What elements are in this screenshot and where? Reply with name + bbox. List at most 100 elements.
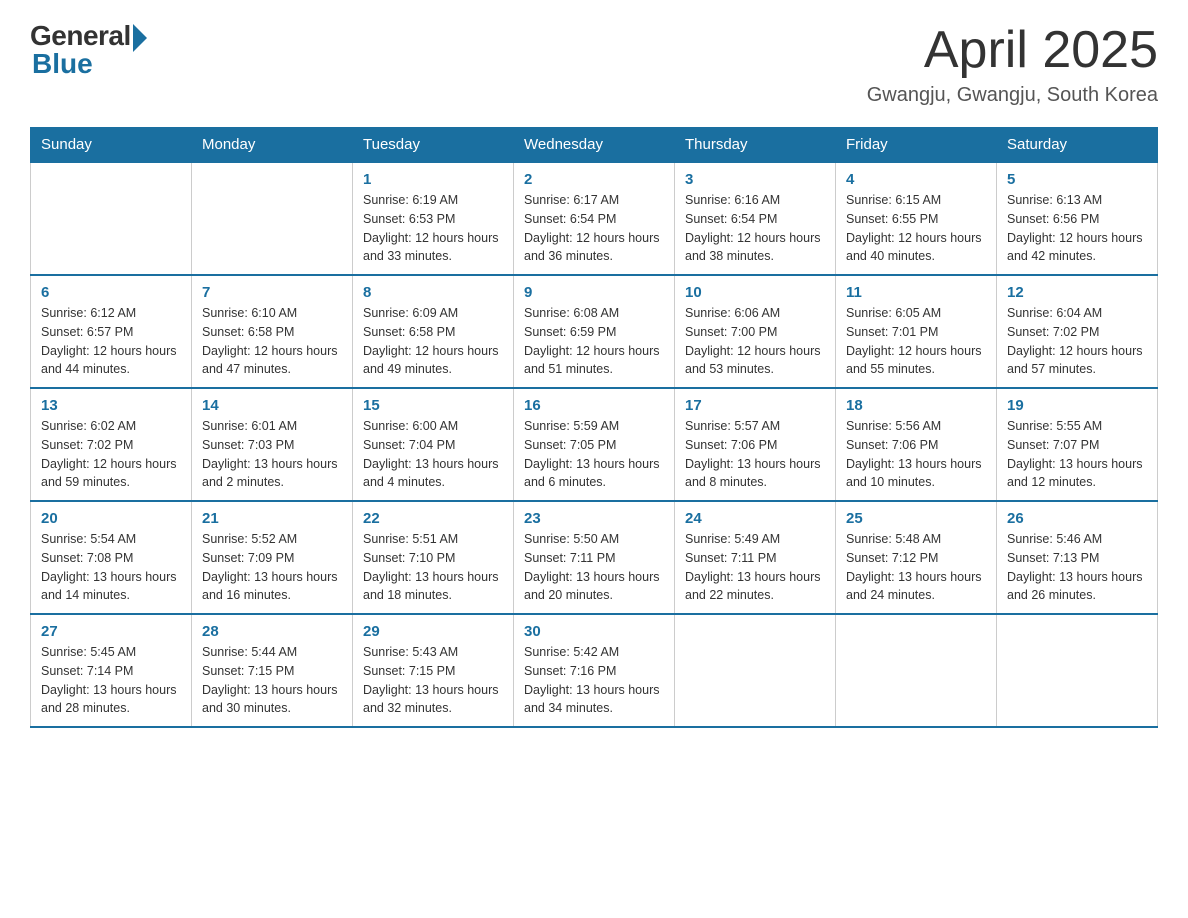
day-info: Sunrise: 6:16 AMSunset: 6:54 PMDaylight:… — [685, 191, 825, 266]
day-number: 18 — [846, 397, 986, 414]
day-info: Sunrise: 5:43 AMSunset: 7:15 PMDaylight:… — [363, 643, 503, 718]
day-number: 27 — [41, 623, 181, 640]
calendar-subtitle: Gwangju, Gwangju, South Korea — [867, 84, 1158, 107]
calendar-cell: 20 Sunrise: 5:54 AMSunset: 7:08 PMDayligh… — [31, 501, 192, 614]
day-of-week-header: Wednesday — [514, 128, 675, 163]
calendar-cell: 22 Sunrise: 5:51 AMSunset: 7:10 PMDayligh… — [353, 501, 514, 614]
day-info: Sunrise: 6:15 AMSunset: 6:55 PMDaylight:… — [846, 191, 986, 266]
day-info: Sunrise: 5:42 AMSunset: 7:16 PMDaylight:… — [524, 643, 664, 718]
day-info: Sunrise: 5:57 AMSunset: 7:06 PMDaylight:… — [685, 417, 825, 492]
day-number: 15 — [363, 397, 503, 414]
calendar-cell: 29 Sunrise: 5:43 AMSunset: 7:15 PMDayligh… — [353, 614, 514, 727]
calendar-cell — [31, 162, 192, 275]
day-info: Sunrise: 6:06 AMSunset: 7:00 PMDaylight:… — [685, 304, 825, 379]
day-info: Sunrise: 5:59 AMSunset: 7:05 PMDaylight:… — [524, 417, 664, 492]
calendar-cell: 18 Sunrise: 5:56 AMSunset: 7:06 PMDayligh… — [836, 388, 997, 501]
calendar-cell: 5 Sunrise: 6:13 AMSunset: 6:56 PMDaylight… — [997, 162, 1158, 275]
calendar-cell — [675, 614, 836, 727]
day-info: Sunrise: 5:48 AMSunset: 7:12 PMDaylight:… — [846, 530, 986, 605]
day-number: 12 — [1007, 284, 1147, 301]
day-of-week-header: Thursday — [675, 128, 836, 163]
calendar-cell: 24 Sunrise: 5:49 AMSunset: 7:11 PMDayligh… — [675, 501, 836, 614]
day-info: Sunrise: 5:55 AMSunset: 7:07 PMDaylight:… — [1007, 417, 1147, 492]
calendar-cell: 16 Sunrise: 5:59 AMSunset: 7:05 PMDayligh… — [514, 388, 675, 501]
calendar-cell: 27 Sunrise: 5:45 AMSunset: 7:14 PMDayligh… — [31, 614, 192, 727]
calendar-cell: 1 Sunrise: 6:19 AMSunset: 6:53 PMDaylight… — [353, 162, 514, 275]
calendar-week-row: 1 Sunrise: 6:19 AMSunset: 6:53 PMDaylight… — [31, 162, 1158, 275]
calendar-cell: 25Sunrise: 5:48 AMSunset: 7:12 PMDayligh… — [836, 501, 997, 614]
day-info: Sunrise: 5:54 AMSunset: 7:08 PMDaylight:… — [41, 530, 181, 605]
day-info: Sunrise: 5:51 AMSunset: 7:10 PMDaylight:… — [363, 530, 503, 605]
day-info: Sunrise: 6:04 AMSunset: 7:02 PMDaylight:… — [1007, 304, 1147, 379]
day-of-week-header: Monday — [192, 128, 353, 163]
day-info: Sunrise: 6:09 AMSunset: 6:58 PMDaylight:… — [363, 304, 503, 379]
calendar-cell — [192, 162, 353, 275]
calendar-cell: 11Sunrise: 6:05 AMSunset: 7:01 PMDayligh… — [836, 275, 997, 388]
day-info: Sunrise: 6:12 AMSunset: 6:57 PMDaylight:… — [41, 304, 181, 379]
day-number: 19 — [1007, 397, 1147, 414]
day-of-week-header: Saturday — [997, 128, 1158, 163]
day-info: Sunrise: 6:02 AMSunset: 7:02 PMDaylight:… — [41, 417, 181, 492]
calendar-cell: 23Sunrise: 5:50 AMSunset: 7:11 PMDayligh… — [514, 501, 675, 614]
day-number: 6 — [41, 284, 181, 301]
calendar-cell: 9Sunrise: 6:08 AMSunset: 6:59 PMDaylight… — [514, 275, 675, 388]
day-info: Sunrise: 6:01 AMSunset: 7:03 PMDaylight:… — [202, 417, 342, 492]
calendar-cell — [836, 614, 997, 727]
day-info: Sunrise: 5:44 AMSunset: 7:15 PMDaylight:… — [202, 643, 342, 718]
day-of-week-header: Friday — [836, 128, 997, 163]
calendar-cell: 8 Sunrise: 6:09 AMSunset: 6:58 PMDaylight… — [353, 275, 514, 388]
day-number: 22 — [363, 510, 503, 527]
title-block: April 2025 Gwangju, Gwangju, South Korea — [867, 20, 1158, 107]
day-number: 29 — [363, 623, 503, 640]
day-info: Sunrise: 6:13 AMSunset: 6:56 PMDaylight:… — [1007, 191, 1147, 266]
day-number: 21 — [202, 510, 342, 527]
logo-arrow-icon — [133, 24, 147, 52]
calendar-cell: 10 Sunrise: 6:06 AMSunset: 7:00 PMDayligh… — [675, 275, 836, 388]
day-info: Sunrise: 5:45 AMSunset: 7:14 PMDaylight:… — [41, 643, 181, 718]
calendar-cell: 14 Sunrise: 6:01 AMSunset: 7:03 PMDayligh… — [192, 388, 353, 501]
day-number: 5 — [1007, 171, 1147, 188]
day-number: 26 — [1007, 510, 1147, 527]
calendar-table: SundayMondayTuesdayWednesdayThursdayFrid… — [30, 127, 1158, 728]
day-number: 24 — [685, 510, 825, 527]
day-info: Sunrise: 6:19 AMSunset: 6:53 PMDaylight:… — [363, 191, 503, 266]
calendar-cell: 13 Sunrise: 6:02 AMSunset: 7:02 PMDayligh… — [31, 388, 192, 501]
calendar-header-row: SundayMondayTuesdayWednesdayThursdayFrid… — [31, 128, 1158, 163]
calendar-week-row: 6 Sunrise: 6:12 AMSunset: 6:57 PMDaylight… — [31, 275, 1158, 388]
calendar-cell: 2 Sunrise: 6:17 AMSunset: 6:54 PMDaylight… — [514, 162, 675, 275]
day-number: 9 — [524, 284, 664, 301]
day-info: Sunrise: 6:00 AMSunset: 7:04 PMDaylight:… — [363, 417, 503, 492]
day-number: 17 — [685, 397, 825, 414]
day-number: 4 — [846, 171, 986, 188]
day-number: 7 — [202, 284, 342, 301]
calendar-cell: 30 Sunrise: 5:42 AMSunset: 7:16 PMDayligh… — [514, 614, 675, 727]
day-of-week-header: Tuesday — [353, 128, 514, 163]
day-info: Sunrise: 6:10 AMSunset: 6:58 PMDaylight:… — [202, 304, 342, 379]
day-number: 1 — [363, 171, 503, 188]
day-number: 2 — [524, 171, 664, 188]
day-info: Sunrise: 5:52 AMSunset: 7:09 PMDaylight:… — [202, 530, 342, 605]
day-info: Sunrise: 5:56 AMSunset: 7:06 PMDaylight:… — [846, 417, 986, 492]
calendar-cell: 15 Sunrise: 6:00 AMSunset: 7:04 PMDayligh… — [353, 388, 514, 501]
day-number: 16 — [524, 397, 664, 414]
day-of-week-header: Sunday — [31, 128, 192, 163]
day-number: 20 — [41, 510, 181, 527]
calendar-week-row: 27 Sunrise: 5:45 AMSunset: 7:14 PMDayligh… — [31, 614, 1158, 727]
calendar-cell: 12 Sunrise: 6:04 AMSunset: 7:02 PMDayligh… — [997, 275, 1158, 388]
day-number: 8 — [363, 284, 503, 301]
calendar-cell: 17 Sunrise: 5:57 AMSunset: 7:06 PMDayligh… — [675, 388, 836, 501]
day-number: 23 — [524, 510, 664, 527]
day-info: Sunrise: 6:17 AMSunset: 6:54 PMDaylight:… — [524, 191, 664, 266]
calendar-cell: 19 Sunrise: 5:55 AMSunset: 7:07 PMDayligh… — [997, 388, 1158, 501]
day-info: Sunrise: 5:46 AMSunset: 7:13 PMDaylight:… — [1007, 530, 1147, 605]
day-number: 10 — [685, 284, 825, 301]
day-number: 13 — [41, 397, 181, 414]
calendar-cell: 28 Sunrise: 5:44 AMSunset: 7:15 PMDayligh… — [192, 614, 353, 727]
calendar-cell: 3Sunrise: 6:16 AMSunset: 6:54 PMDaylight… — [675, 162, 836, 275]
day-info: Sunrise: 5:49 AMSunset: 7:11 PMDaylight:… — [685, 530, 825, 605]
day-number: 30 — [524, 623, 664, 640]
calendar-cell: 4 Sunrise: 6:15 AMSunset: 6:55 PMDaylight… — [836, 162, 997, 275]
calendar-cell: 26 Sunrise: 5:46 AMSunset: 7:13 PMDayligh… — [997, 501, 1158, 614]
day-number: 28 — [202, 623, 342, 640]
day-number: 14 — [202, 397, 342, 414]
